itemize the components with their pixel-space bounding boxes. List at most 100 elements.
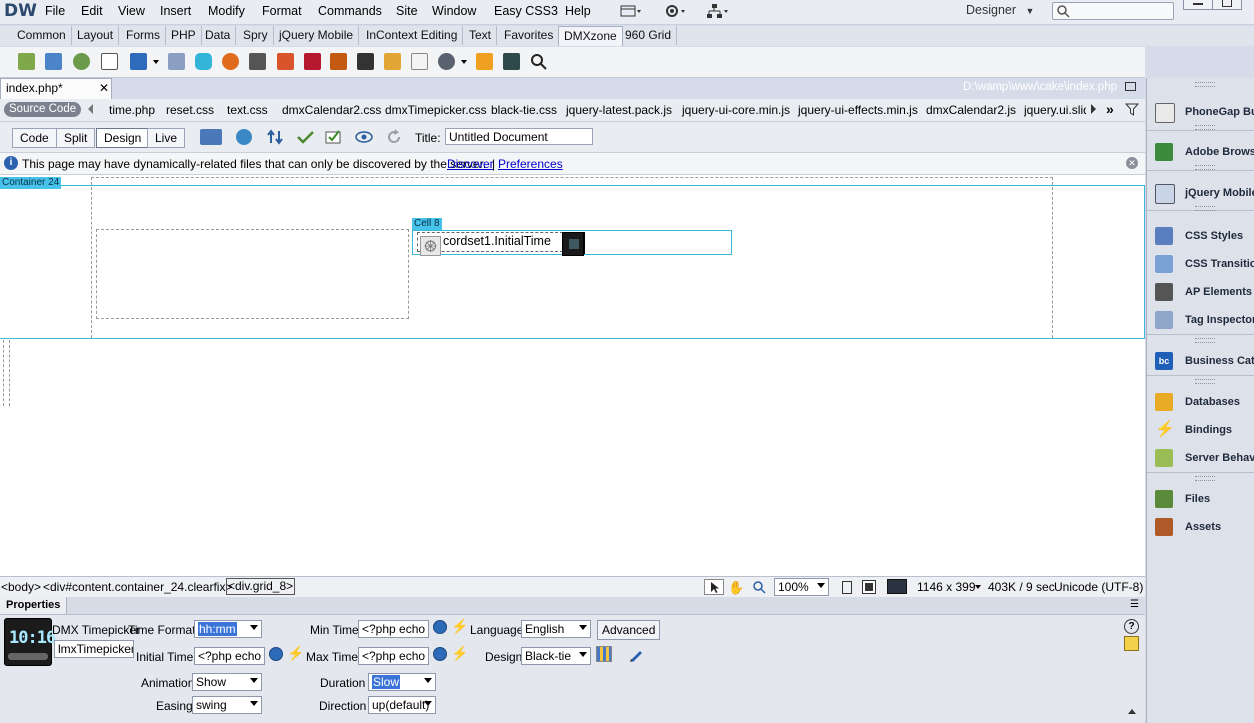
- dynamic-data-icon[interactable]: ⚡: [451, 618, 468, 634]
- insert-tab-data[interactable]: Data: [200, 26, 237, 45]
- film-icon[interactable]: [249, 53, 266, 70]
- multiscreen-icon[interactable]: [200, 129, 222, 145]
- tag-div-grid[interactable]: <div.grid_8>: [226, 578, 296, 595]
- initial-time-input[interactable]: <?php echo $: [194, 647, 265, 665]
- design-canvas[interactable]: Container 24 Cell 8 cordset1.InitialTime: [0, 175, 1145, 576]
- menu-view[interactable]: View: [118, 4, 145, 18]
- slideshow-icon[interactable]: [277, 53, 294, 70]
- site-map-icon[interactable]: [706, 3, 728, 19]
- insert-tab-php[interactable]: PHP: [166, 26, 202, 45]
- related-file[interactable]: jquery-latest.pack.js: [566, 103, 672, 117]
- insert-tab-spry[interactable]: Spry: [238, 26, 274, 45]
- related-file[interactable]: time.php: [109, 103, 155, 117]
- min-time-input[interactable]: <?php echo $: [358, 620, 429, 638]
- insert-tab-layout[interactable]: Layout: [72, 26, 120, 45]
- zoom-tool-icon[interactable]: [752, 580, 766, 597]
- menu-edit[interactable]: Edit: [81, 4, 103, 18]
- panel-adobe-browserlab[interactable]: Adobe Browser: [1155, 140, 1254, 164]
- panel-grip[interactable]: [1195, 338, 1215, 343]
- panel-jquery-mobile[interactable]: jQuery Mobile: [1155, 181, 1254, 205]
- panel-databases[interactable]: Databases: [1155, 390, 1254, 414]
- title-input[interactable]: Untitled Document: [445, 128, 593, 145]
- gear-insert-icon[interactable]: [73, 53, 90, 70]
- preferences-link[interactable]: Preferences: [498, 157, 563, 171]
- restore-icon[interactable]: [1125, 82, 1136, 91]
- tag-body[interactable]: <body>: [1, 580, 41, 594]
- document-tab[interactable]: index.php* ✕: [0, 78, 112, 99]
- related-file[interactable]: black-tie.css: [491, 103, 557, 117]
- folder-icon[interactable]: [476, 53, 493, 70]
- live-view-button[interactable]: Live: [147, 128, 186, 148]
- fullscreen-icon[interactable]: [101, 53, 118, 70]
- close-icon[interactable]: ✕: [1126, 157, 1138, 169]
- split-view-button[interactable]: Split: [56, 128, 96, 148]
- search-icon[interactable]: [530, 53, 547, 73]
- related-file[interactable]: jquery-ui-core.min.js: [682, 103, 790, 117]
- timepicker-button[interactable]: [562, 232, 584, 256]
- insert-tab-dmxzone[interactable]: DMXzone: [558, 26, 623, 46]
- filter-icon[interactable]: [1124, 103, 1140, 119]
- browser-check-icon[interactable]: [296, 129, 316, 145]
- panel-business-catalyst[interactable]: bcBusiness Catalyst: [1155, 349, 1254, 373]
- panel-menu-icon[interactable]: ☰: [1130, 599, 1139, 610]
- list-icon[interactable]: [384, 53, 401, 70]
- menu-easy-css3[interactable]: Easy CSS3: [494, 4, 558, 18]
- insert-tab-960-grid[interactable]: 960 Grid: [620, 26, 678, 45]
- insert-tab-text[interactable]: Text: [464, 26, 498, 45]
- close-icon[interactable]: ✕: [99, 79, 109, 98]
- animation-select[interactable]: Show: [192, 673, 262, 691]
- timepicker-icon[interactable]: [503, 53, 520, 70]
- related-file[interactable]: jquery-ui-effects.min.js: [798, 103, 918, 117]
- layout-icon[interactable]: [620, 3, 642, 19]
- quick-tag-editor-icon[interactable]: [1124, 636, 1139, 651]
- speaker-icon[interactable]: [438, 53, 455, 70]
- validate-icon[interactable]: [325, 129, 345, 145]
- max-time-input[interactable]: <?php echo $: [358, 647, 429, 665]
- panel-assets[interactable]: Assets: [1155, 515, 1254, 539]
- collapse-icon[interactable]: [1128, 709, 1136, 714]
- menu-format[interactable]: Format: [262, 4, 302, 18]
- menu-modify[interactable]: Modify: [208, 4, 245, 18]
- related-file[interactable]: reset.css: [166, 103, 214, 117]
- design-view-button[interactable]: Design: [96, 128, 150, 148]
- scroll-left-icon[interactable]: [88, 104, 93, 114]
- tablet-size-icon[interactable]: [862, 580, 876, 594]
- scroll-right-icon[interactable]: [1091, 104, 1096, 114]
- image-icon[interactable]: [330, 53, 347, 70]
- globe-icon[interactable]: [236, 129, 252, 145]
- tools-icon[interactable]: [168, 53, 185, 70]
- panel-bindings[interactable]: ⚡ Bindings: [1155, 418, 1254, 442]
- panel-files[interactable]: Files: [1155, 487, 1254, 511]
- maximize-button[interactable]: [1212, 0, 1242, 10]
- desktop-size-icon[interactable]: [887, 579, 907, 594]
- menu-help[interactable]: Help: [565, 4, 591, 18]
- zoom-select[interactable]: 100%: [774, 578, 829, 596]
- code-view-button[interactable]: Code: [12, 128, 57, 148]
- panel-server-behaviors[interactable]: Server Behaviors: [1155, 446, 1254, 470]
- clock-icon[interactable]: [269, 647, 283, 661]
- menu-window[interactable]: Window: [432, 4, 476, 18]
- related-file[interactable]: dmxTimepicker.css: [385, 103, 487, 117]
- panel-grip[interactable]: [1195, 125, 1215, 130]
- advanced-button[interactable]: Advanced: [597, 620, 661, 640]
- dmx-insert-icon[interactable]: [18, 53, 35, 70]
- hand-tool-icon[interactable]: ✋: [728, 580, 744, 596]
- design-select[interactable]: Black-tie: [521, 647, 591, 665]
- flash-icon[interactable]: [222, 53, 239, 70]
- discover-link[interactable]: Discover: [447, 157, 494, 171]
- panel-grip[interactable]: [1195, 206, 1215, 211]
- easing-select[interactable]: swing: [192, 696, 262, 714]
- phone-size-icon[interactable]: [842, 581, 852, 594]
- time-format-select[interactable]: hh:mm: [194, 620, 262, 638]
- pointer-tool-icon[interactable]: [704, 579, 724, 595]
- panel-grip[interactable]: [1195, 379, 1215, 384]
- edit-theme-icon[interactable]: [628, 647, 644, 666]
- language-select[interactable]: English: [521, 620, 591, 638]
- chevron-down-icon[interactable]: [461, 60, 467, 64]
- media-icon[interactable]: [304, 53, 321, 70]
- insert-tab-common[interactable]: Common: [12, 26, 72, 45]
- tag-div-content[interactable]: <div#content.container_24.clearfix>: [43, 580, 232, 594]
- insert-tab-incontext-editing[interactable]: InContext Editing: [361, 26, 464, 45]
- direction-select[interactable]: up(default): [368, 696, 436, 714]
- window-size[interactable]: 1146 x 399: [917, 580, 976, 594]
